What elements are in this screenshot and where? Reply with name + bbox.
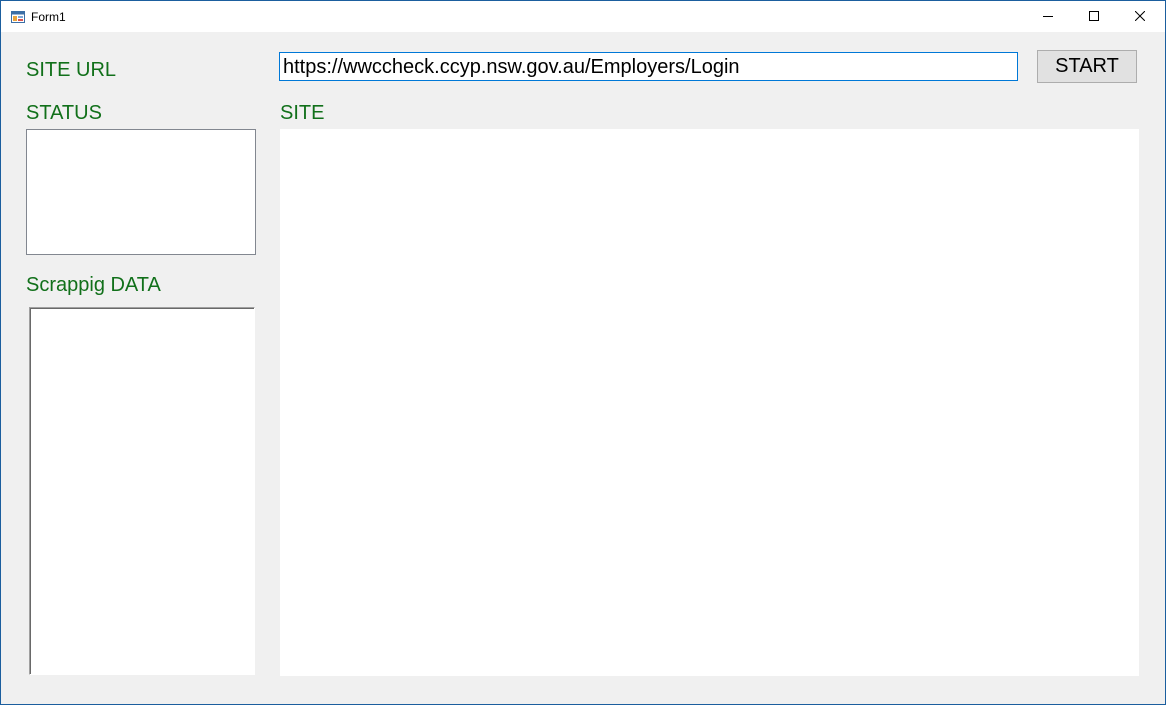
minimize-button[interactable]	[1025, 1, 1071, 32]
app-window: Form1 SITE URL START STATUS SITE Scrappi…	[0, 0, 1166, 705]
minimize-icon	[1043, 8, 1053, 26]
site-browser-panel[interactable]	[280, 129, 1139, 676]
start-button[interactable]: START	[1037, 50, 1137, 83]
close-button[interactable]	[1117, 1, 1163, 32]
site-url-input[interactable]	[279, 52, 1018, 81]
maximize-button[interactable]	[1071, 1, 1117, 32]
scrapping-data-label: Scrappig DATA	[26, 274, 161, 296]
maximize-icon	[1089, 8, 1099, 26]
scrapping-data-listbox[interactable]	[29, 307, 255, 675]
title-bar[interactable]: Form1	[1, 1, 1165, 32]
status-label: STATUS	[26, 102, 102, 124]
site-label: SITE	[280, 102, 325, 124]
form-app-icon	[11, 10, 25, 23]
window-title: Form1	[31, 10, 66, 24]
close-icon	[1134, 8, 1146, 26]
site-url-label: SITE URL	[26, 59, 117, 81]
status-textbox[interactable]	[26, 129, 256, 255]
